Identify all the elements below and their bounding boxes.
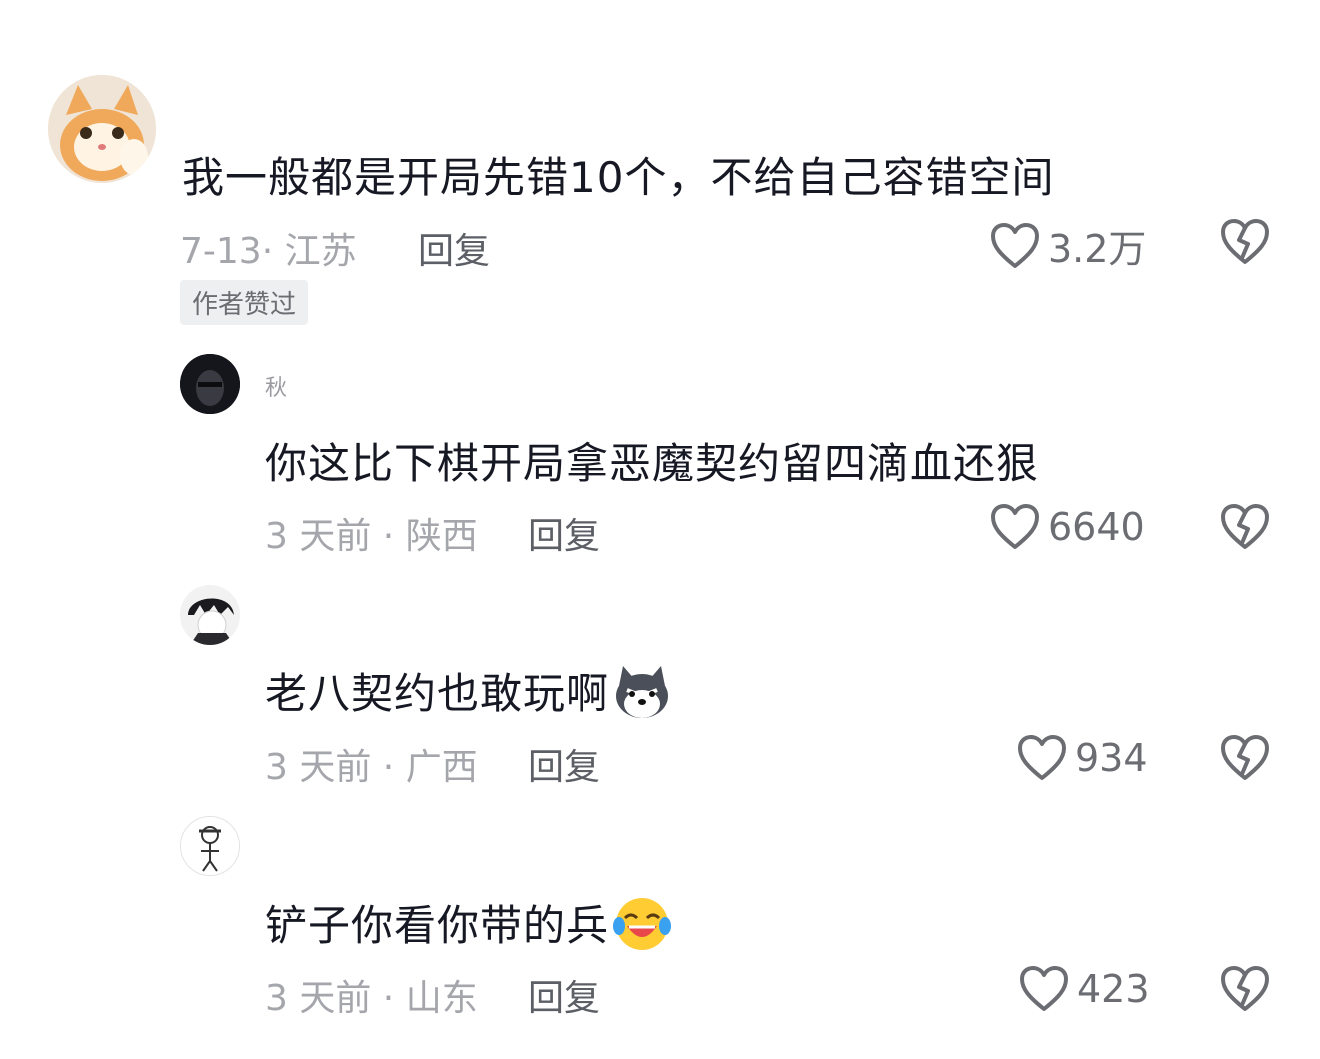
like-count: 934 [1075,736,1148,780]
like-button[interactable]: 423 [1019,965,1150,1013]
heart-icon [991,504,1039,549]
username[interactable]: 秋 [265,370,287,402]
dislike-button[interactable] [1220,965,1270,1017]
like-button[interactable]: 3.2万 [990,218,1146,273]
anime-boy-avatar-icon [180,585,240,645]
dark-portrait-avatar-icon [180,354,240,414]
comment-date: 3 天前 [265,978,372,1019]
avatar[interactable] [180,816,240,876]
comment-meta: 7-13· 江苏 [180,222,357,274]
comment-date: 7-13 [180,231,262,272]
dislike-button[interactable] [1220,218,1270,270]
author-liked-badge: 作者赞过 [180,280,309,325]
meta-separator: · [371,747,406,788]
dislike-button[interactable] [1220,503,1270,555]
comment-text-body: 老八契约也敢玩啊 [265,669,610,718]
cat-avatar-icon [48,75,156,183]
meta-separator: · [261,231,285,272]
avatar[interactable] [180,354,240,414]
avatar[interactable] [48,75,156,183]
comment-location: 广西 [405,747,478,788]
reply-button[interactable]: 回复 [418,222,490,274]
reply-button[interactable]: 回复 [528,738,600,790]
meta-separator: · [371,978,406,1019]
comment-meta: 3 天前 · 广西 [265,738,478,790]
heart-icon [1020,966,1068,1011]
avatar[interactable] [180,585,240,645]
heart-icon [1018,735,1066,780]
comment-location: 江苏 [284,231,357,272]
reply-button[interactable]: 回复 [528,507,600,559]
comment-location: 山东 [405,978,478,1019]
comment-meta: 3 天前 · 陕西 [265,507,478,559]
comment-text-body: 铲子你看你带的兵 [265,901,610,950]
comment-text: 老八契约也敢玩啊 [265,660,671,730]
comment-location: 陕西 [405,516,478,557]
comment-date: 3 天前 [265,516,372,557]
husky-emoji-icon [613,664,671,730]
meta-separator: · [371,516,406,557]
comment-text: 我一般都是开局先错10个，不给自己容错空间 [182,153,1055,202]
reply-button[interactable]: 回复 [528,969,600,1021]
like-count: 6640 [1048,505,1145,549]
like-count: 3.2万 [1048,227,1147,271]
broken-heart-icon [1221,504,1269,549]
broken-heart-icon [1221,735,1269,780]
laughing-crying-emoji-icon [613,896,672,962]
comment-text: 你这比下棋开局拿恶魔契约留四滴血还狠 [265,439,1040,488]
heart-icon [991,222,1039,268]
comment-date: 3 天前 [265,747,372,788]
like-button[interactable]: 934 [1017,734,1148,782]
sketch-avatar-icon [181,817,239,875]
like-button[interactable]: 6640 [990,503,1145,551]
broken-heart-icon [1221,219,1269,264]
comment-text: 铲子你看你带的兵 [265,892,672,962]
like-count: 423 [1077,967,1150,1011]
dislike-button[interactable] [1220,734,1270,786]
comment-meta: 3 天前 · 山东 [265,969,478,1021]
broken-heart-icon [1221,966,1269,1011]
comment-list: 我一般都是开局先错10个，不给自己容错空间 7-13· 江苏 回复 3.2万 作… [0,0,1320,1059]
